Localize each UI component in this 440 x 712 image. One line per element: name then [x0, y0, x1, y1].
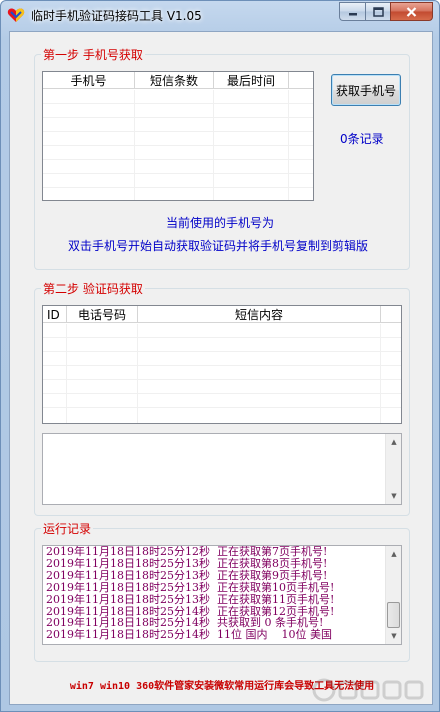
column-header-id[interactable]: ID	[43, 306, 67, 323]
log-title: 运行记录	[41, 520, 94, 537]
sms-content-textbox[interactable]: ▲ ▼	[42, 433, 402, 505]
column-header-last-time[interactable]: 最后时间	[214, 72, 289, 89]
get-phone-button[interactable]: 获取手机号	[331, 74, 401, 106]
log-line: 2019年11月18日18时25分13秒 正在获取第9页手机号!	[46, 568, 328, 582]
sms-content-scrollbar[interactable]: ▲ ▼	[385, 434, 401, 504]
current-phone-label: 当前使用的手机号为	[166, 216, 275, 230]
scroll-down-arrow-icon[interactable]: ▼	[386, 628, 401, 644]
step1-group: 第一步 手机号获取 手机号 短信条数 最后时间 获取手机号 0条记录 当前使用的…	[34, 46, 410, 270]
minimize-icon	[348, 12, 357, 15]
log-line: 2019年11月18日18时25分14秒 11位 国内 10位 美国	[46, 628, 332, 642]
log-group: 运行记录 2019年11月18日18时25分12秒 正在获取第7页手机号! 201…	[34, 520, 410, 662]
watermark-logo-icon	[312, 678, 424, 702]
scroll-up-arrow-icon[interactable]: ▲	[386, 434, 401, 450]
phone-list-body	[43, 90, 313, 200]
sms-list-header: ID 电话号码 短信内容	[43, 306, 401, 323]
maximize-button[interactable]	[365, 2, 390, 21]
scroll-up-arrow-icon[interactable]: ▲	[386, 546, 401, 562]
log-scrollbar[interactable]: ▲ ▼	[385, 546, 401, 644]
usage-hint: 双击手机号开始自动获取验证码并将手机号复制到剪辑版	[68, 239, 369, 253]
heart-app-icon	[7, 8, 25, 22]
log-textbox[interactable]: 2019年11月18日18时25分12秒 正在获取第7页手机号! 2019年11月…	[42, 545, 402, 645]
window-controls	[339, 2, 433, 21]
scroll-down-arrow-icon[interactable]: ▼	[386, 488, 401, 504]
close-button[interactable]	[390, 2, 433, 21]
column-header-sms-count[interactable]: 短信条数	[135, 72, 214, 89]
log-scroll-thumb[interactable]	[387, 602, 400, 628]
sms-list[interactable]: ID 电话号码 短信内容	[42, 305, 402, 424]
app-window: 临时手机验证码接码工具 V1.05 第一步 手机号获取 手机号 短信条数 最后时…	[0, 0, 440, 712]
phone-list[interactable]: 手机号 短信条数 最后时间	[42, 71, 314, 201]
column-header-sms-content[interactable]: 短信内容	[138, 306, 381, 323]
step2-title: 第二步 验证码获取	[41, 280, 145, 297]
step1-title: 第一步 手机号获取	[41, 46, 145, 63]
window-title: 临时手机验证码接码工具 V1.05	[31, 9, 202, 23]
maximize-icon	[372, 6, 384, 17]
client-area: 第一步 手机号获取 手机号 短信条数 最后时间 获取手机号 0条记录 当前使用的…	[9, 31, 433, 705]
log-line: 2019年11月18日18时25分13秒 正在获取第10页手机号!	[46, 580, 335, 594]
minimize-button[interactable]	[339, 2, 365, 21]
log-lines: 2019年11月18日18时25分12秒 正在获取第7页手机号! 2019年11月…	[46, 546, 383, 641]
sms-list-body	[43, 324, 401, 423]
record-count: 0条记录	[340, 132, 384, 146]
step2-group: 第二步 验证码获取 ID 电话号码 短信内容 ▲ ▼	[34, 280, 410, 516]
phone-list-header: 手机号 短信条数 最后时间	[43, 72, 313, 89]
log-line: 2019年11月18日18时25分13秒 正在获取第11页手机号!	[46, 592, 335, 606]
column-header-phone-number[interactable]: 电话号码	[67, 306, 138, 323]
close-icon	[406, 6, 417, 17]
column-header-phone[interactable]: 手机号	[43, 72, 135, 89]
title-bar[interactable]: 临时手机验证码接码工具 V1.05	[1, 1, 439, 29]
